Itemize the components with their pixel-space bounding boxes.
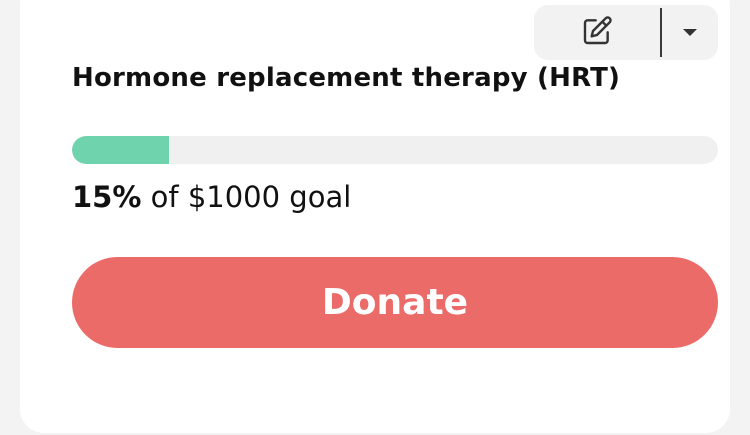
fundraiser-card: Hormone replacement therapy (HRT) 15% of…	[20, 0, 730, 433]
caret-down-icon	[682, 23, 698, 42]
donate-button[interactable]: Donate	[72, 257, 718, 348]
more-options-dropdown-button[interactable]	[662, 5, 718, 60]
goal-connector: of	[141, 180, 188, 214]
progress-bar	[72, 136, 718, 164]
progress-bar-fill	[72, 136, 169, 164]
card-actions-group	[534, 5, 718, 60]
goal-amount: $1000	[187, 180, 281, 214]
goal-text: 15% of $1000 goal	[72, 180, 351, 214]
progress-percent: 15%	[72, 180, 142, 214]
edit-icon	[581, 15, 613, 51]
goal-suffix: goal	[280, 180, 352, 214]
fundraiser-title: Hormone replacement therapy (HRT)	[72, 63, 621, 93]
edit-button[interactable]	[534, 5, 660, 60]
